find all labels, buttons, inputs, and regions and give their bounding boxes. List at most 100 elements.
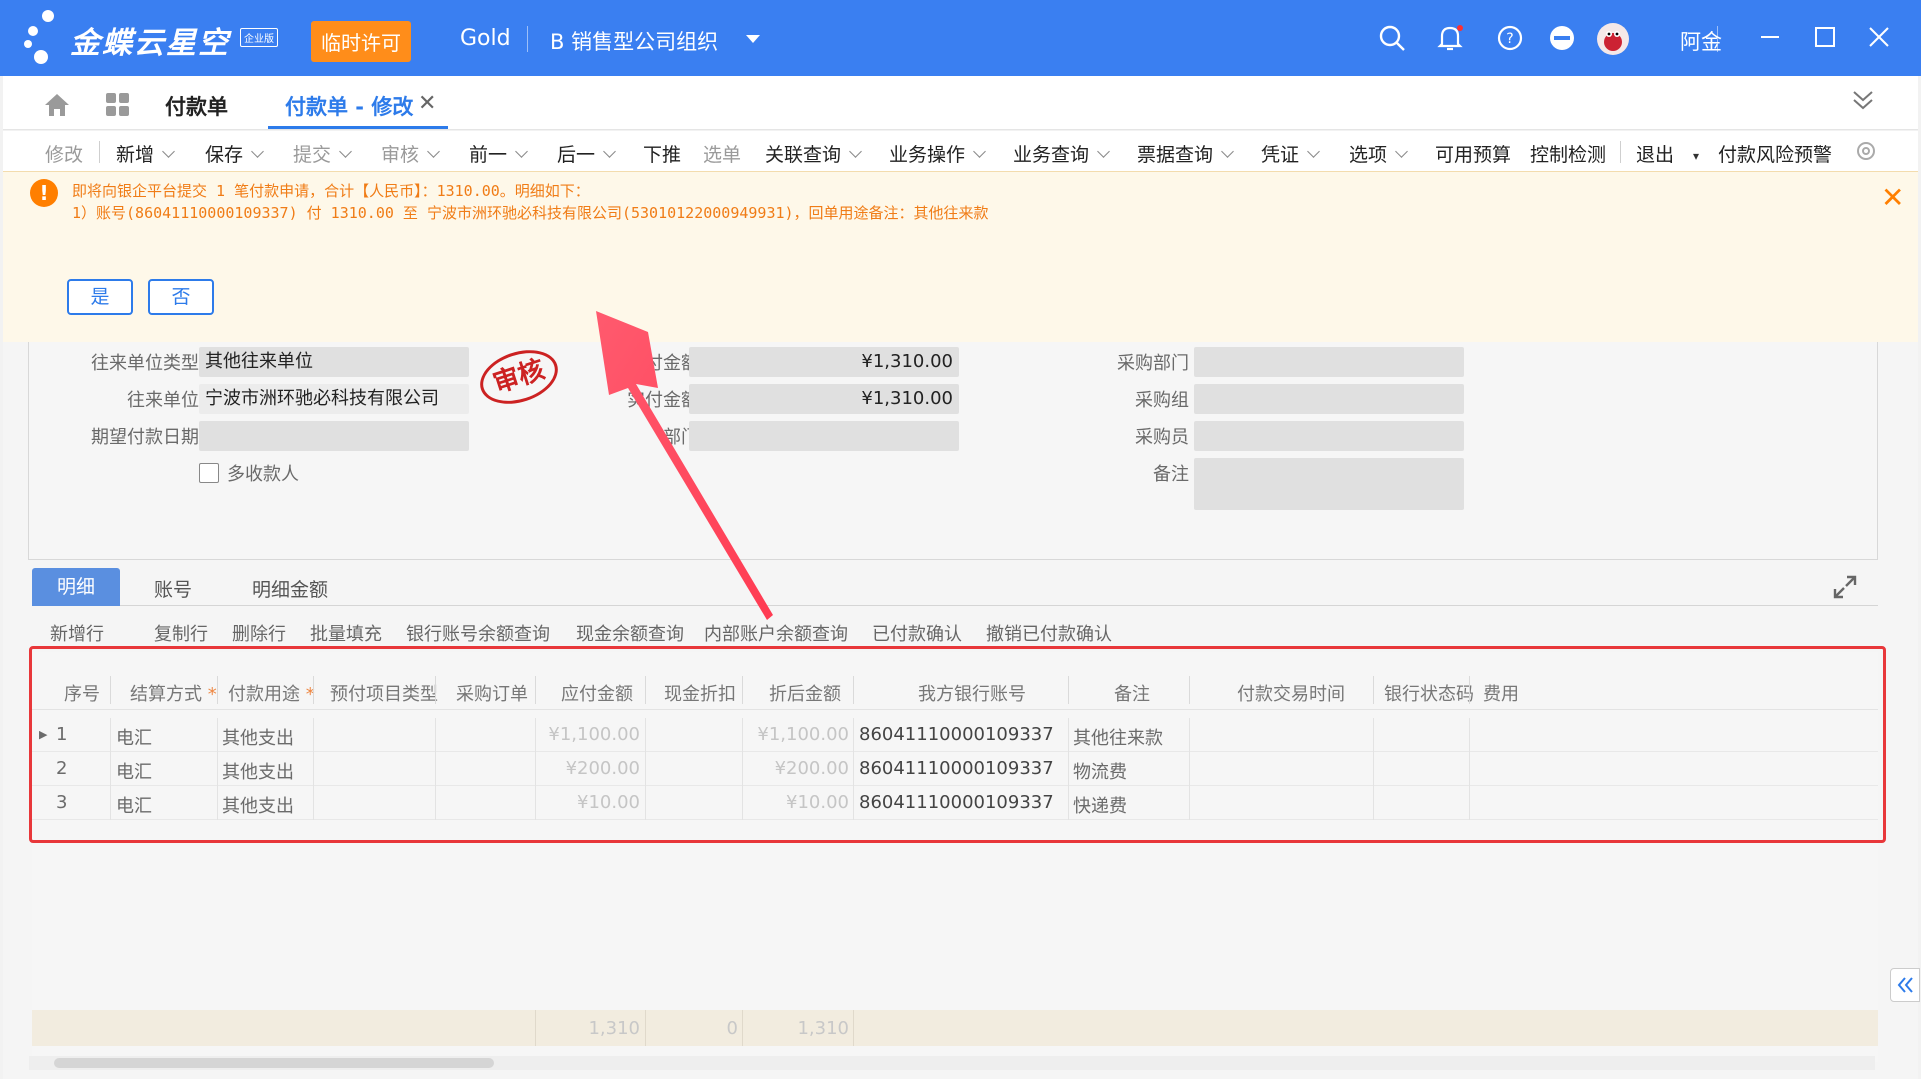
tab-payment-list[interactable]: 付款单 bbox=[165, 91, 228, 121]
expand-icon[interactable] bbox=[1832, 574, 1858, 600]
batch-fill-button[interactable]: 批量填充 bbox=[310, 620, 382, 646]
user-name[interactable]: 阿金 bbox=[1680, 26, 1722, 56]
confirm-no-button[interactable]: 否 bbox=[148, 279, 214, 315]
toolbar-business-query-button[interactable]: 业务查询 bbox=[1013, 140, 1110, 167]
toolbar-bill-query-button[interactable]: 票据查询 bbox=[1137, 140, 1234, 167]
toolbar-bill-query-label: 票据查询 bbox=[1137, 144, 1214, 166]
chevron-down-icon[interactable] bbox=[973, 145, 986, 158]
chevron-down-icon[interactable] bbox=[603, 145, 616, 158]
multi-payee-checkbox[interactable] bbox=[199, 463, 219, 483]
close-icon[interactable]: ✕ bbox=[1881, 184, 1904, 212]
toolbar-budget-button[interactable]: 可用预算 bbox=[1435, 140, 1511, 167]
toolbar-push-button[interactable]: 下推 bbox=[643, 140, 681, 167]
actual-label: 实付金额 bbox=[627, 390, 699, 411]
chevron-down-icon[interactable] bbox=[1097, 145, 1110, 158]
apps-grid-icon[interactable] bbox=[106, 93, 130, 117]
tab-payment-edit[interactable]: 付款单 - 修改 bbox=[285, 91, 413, 121]
horizontal-scrollbar[interactable] bbox=[29, 1056, 1875, 1070]
total-discount: 0 bbox=[726, 1018, 738, 1039]
chevron-down-icon[interactable] bbox=[339, 145, 352, 158]
partner-type-select[interactable]: 其他往来单位 bbox=[199, 347, 469, 377]
delete-row-button[interactable]: 删除行 bbox=[232, 620, 286, 646]
gear-icon[interactable] bbox=[1855, 140, 1877, 162]
toolbar-modify-button[interactable]: 修改 bbox=[45, 140, 83, 167]
edition-label[interactable]: Gold bbox=[460, 26, 511, 51]
toolbar-business-op-button[interactable]: 业务操作 bbox=[889, 140, 986, 167]
brand-name: 金蝶云星空 bbox=[70, 26, 230, 61]
toolbar-control-check-button[interactable]: 控制检测 bbox=[1530, 140, 1606, 167]
purchaser-field[interactable] bbox=[1194, 421, 1464, 451]
divider bbox=[1620, 141, 1621, 163]
active-tab-indicator bbox=[268, 126, 448, 129]
confirm-yes-button[interactable]: 是 bbox=[67, 279, 133, 315]
tab-detail-amount[interactable]: 明细金额 bbox=[252, 575, 328, 602]
maximize-icon[interactable] bbox=[1810, 22, 1840, 52]
payable-label: 应付金额 bbox=[627, 353, 699, 374]
toolbar-risk-warning-button[interactable]: 付款风险预警 bbox=[1718, 140, 1832, 167]
expected-date-field[interactable] bbox=[199, 421, 469, 451]
chevron-down-icon[interactable] bbox=[746, 35, 760, 43]
avatar[interactable] bbox=[1596, 22, 1630, 56]
toolbar-submit-button[interactable]: 提交 bbox=[293, 140, 352, 167]
chevron-down-icon[interactable] bbox=[162, 145, 175, 158]
warning-icon: ! bbox=[30, 179, 58, 207]
scroll-thumb[interactable] bbox=[54, 1058, 494, 1068]
divider bbox=[742, 1010, 743, 1046]
toolbar-next-button[interactable]: 后一 bbox=[557, 140, 616, 167]
toolbar-new-button[interactable]: 新增 bbox=[116, 140, 175, 167]
chevron-down-icon[interactable] bbox=[1221, 145, 1234, 158]
remark-label: 备注 bbox=[1153, 464, 1189, 485]
paid-confirm-button[interactable]: 已付款确认 bbox=[872, 620, 962, 646]
purchase-dept-field[interactable] bbox=[1194, 347, 1464, 377]
remark-field[interactable] bbox=[1194, 458, 1464, 510]
help-icon[interactable]: ? bbox=[1496, 24, 1524, 52]
search-icon[interactable] bbox=[1378, 24, 1406, 52]
actual-amount-field[interactable]: ¥1,310.00 bbox=[689, 384, 959, 414]
revoke-paid-confirm-button[interactable]: 撤销已付款确认 bbox=[986, 620, 1112, 646]
purchase-group-field[interactable] bbox=[1194, 384, 1464, 414]
chevron-down-icon[interactable] bbox=[849, 145, 862, 158]
toolbar-prev-button[interactable]: 前一 bbox=[469, 140, 528, 167]
tab-bar: 付款单 付款单 - 修改 ✕ bbox=[3, 76, 1918, 130]
dropdown-arrow-icon[interactable]: ▾ bbox=[1693, 149, 1699, 163]
tab-detail[interactable]: 明细 bbox=[32, 568, 120, 606]
toolbar-voucher-button[interactable]: 凭证 bbox=[1261, 140, 1320, 167]
toolbar-exit-button[interactable]: 退出 bbox=[1636, 140, 1674, 167]
chevron-down-icon[interactable] bbox=[1307, 145, 1320, 158]
side-panel-toggle[interactable] bbox=[1890, 968, 1920, 1002]
toolbar-save-button[interactable]: 保存 bbox=[205, 140, 264, 167]
double-chevron-down-icon[interactable] bbox=[1851, 88, 1875, 112]
copy-row-button[interactable]: 复制行 bbox=[154, 620, 208, 646]
home-icon[interactable] bbox=[43, 92, 71, 118]
tab-account[interactable]: 账号 bbox=[154, 575, 192, 602]
minus-circle-icon[interactable] bbox=[1548, 24, 1576, 52]
dept-field[interactable] bbox=[689, 421, 959, 451]
bank-balance-query-button[interactable]: 银行账号余额查询 bbox=[406, 620, 550, 646]
toolbar-audit-button[interactable]: 审核 bbox=[381, 140, 440, 167]
chevron-down-icon[interactable] bbox=[427, 145, 440, 158]
double-chevron-left-icon[interactable] bbox=[1891, 969, 1919, 1001]
org-selector[interactable]: B 销售型公司组织 bbox=[550, 26, 718, 56]
partner-field[interactable]: 宁波市洲环驰必科技有限公司 bbox=[199, 384, 469, 414]
cash-balance-query-button[interactable]: 现金余额查询 bbox=[576, 620, 684, 646]
toolbar-voucher-label: 凭证 bbox=[1261, 144, 1300, 166]
bell-icon[interactable] bbox=[1436, 24, 1464, 52]
chevron-down-icon[interactable] bbox=[1395, 145, 1408, 158]
payable-amount-field[interactable]: ¥1,310.00 bbox=[689, 347, 959, 377]
notification-detail: 1）账号(86041110000109337) 付 1310.00 至 宁波市洲… bbox=[72, 204, 989, 222]
add-row-button[interactable]: 新增行 bbox=[50, 620, 104, 646]
internal-balance-query-button[interactable]: 内部账户余额查询 bbox=[704, 620, 848, 646]
close-icon[interactable]: ✕ bbox=[418, 91, 436, 116]
toolbar-select-button[interactable]: 选单 bbox=[703, 140, 741, 167]
chevron-down-icon[interactable] bbox=[515, 145, 528, 158]
partner-label: 往来单位 bbox=[127, 390, 199, 411]
toolbar-options-button[interactable]: 选项 bbox=[1349, 140, 1408, 167]
license-badge[interactable]: 临时许可 bbox=[311, 21, 411, 62]
chevron-down-icon[interactable] bbox=[251, 145, 264, 158]
close-icon[interactable] bbox=[1864, 22, 1894, 52]
minimize-icon[interactable] bbox=[1755, 22, 1785, 52]
toolbar-new-label: 新增 bbox=[116, 144, 155, 166]
edition-badge: 企业版 bbox=[240, 28, 278, 47]
toolbar-related-query-button[interactable]: 关联查询 bbox=[765, 140, 862, 167]
detail-tabs: 明细 账号 明细金额 bbox=[32, 568, 1878, 606]
